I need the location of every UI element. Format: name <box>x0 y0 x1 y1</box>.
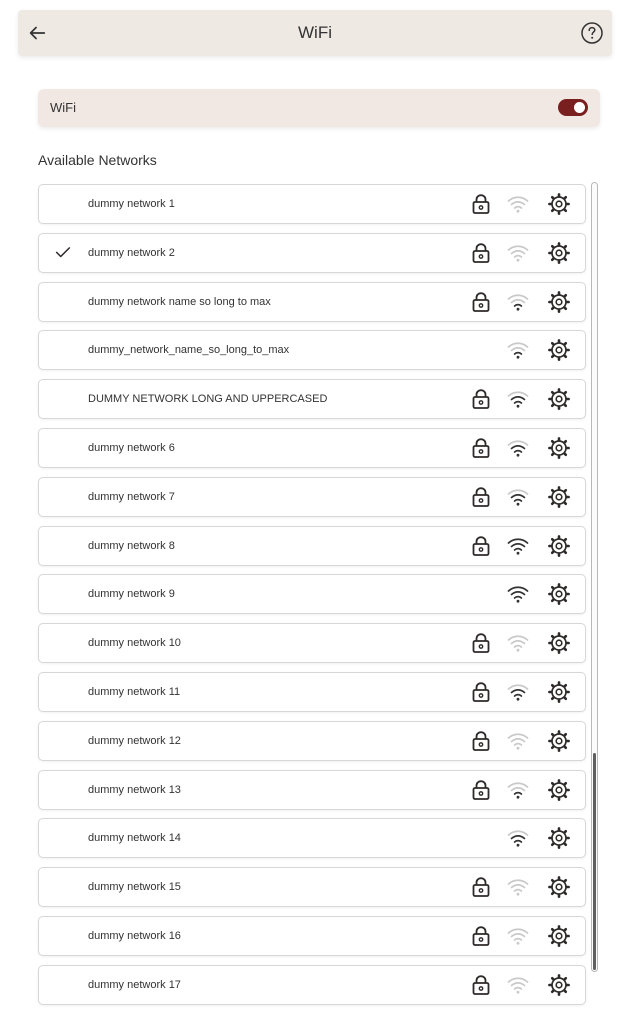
network-list: dummy network 1 dummy network 2 dummy netw… <box>38 184 586 1014</box>
wifi-signal-icon <box>506 826 530 850</box>
wifi-signal-icon <box>506 631 530 655</box>
network-row[interactable]: dummy network 13 <box>38 769 586 810</box>
wifi-signal-icon <box>506 241 530 265</box>
wifi-signal-icon <box>506 582 530 606</box>
network-row[interactable]: DUMMY NETWORK LONG AND UPPERCASED <box>38 379 586 420</box>
network-row[interactable]: dummy network 14 <box>38 818 586 859</box>
network-row[interactable]: dummy_network_name_so_long_to_max <box>38 330 586 371</box>
back-button[interactable] <box>20 16 54 50</box>
lock-icon <box>469 924 493 948</box>
network-row[interactable]: dummy network 8 <box>38 525 586 566</box>
top-app-bar: WiFi <box>18 10 612 56</box>
network-name: dummy network 11 <box>88 685 181 698</box>
gear-icon[interactable] <box>547 631 571 655</box>
network-row[interactable]: dummy network name so long to max <box>38 281 586 322</box>
gear-icon[interactable] <box>547 924 571 948</box>
question-circle-icon <box>581 22 603 44</box>
network-name: dummy network 8 <box>88 539 175 552</box>
network-name: dummy network 15 <box>88 881 181 894</box>
network-row[interactable]: dummy network 12 <box>38 720 586 761</box>
wifi-signal-icon <box>506 924 530 948</box>
gear-icon[interactable] <box>547 729 571 753</box>
scrollbar-thumb[interactable] <box>593 753 596 970</box>
network-row[interactable]: dummy network 10 <box>38 623 586 664</box>
network-name: dummy network name so long to max <box>88 295 271 308</box>
lock-icon <box>469 534 493 558</box>
gear-icon[interactable] <box>547 290 571 314</box>
wifi-signal-icon <box>506 534 530 558</box>
network-name: dummy network 13 <box>88 783 181 796</box>
wifi-signal-icon <box>506 680 530 704</box>
network-row[interactable]: dummy network 16 <box>38 915 586 956</box>
check-icon <box>54 243 72 261</box>
gear-icon[interactable] <box>547 875 571 899</box>
lock-icon <box>469 192 493 216</box>
lock-icon <box>469 290 493 314</box>
lock-icon <box>469 436 493 460</box>
lock-icon <box>469 778 493 802</box>
gear-icon[interactable] <box>547 534 571 558</box>
network-row[interactable]: dummy network 9 <box>38 574 586 615</box>
lock-icon <box>469 973 493 997</box>
arrow-left-icon <box>29 26 46 40</box>
lock-icon <box>469 729 493 753</box>
wifi-signal-icon <box>506 778 530 802</box>
network-name: DUMMY NETWORK LONG AND UPPERCASED <box>88 393 328 406</box>
network-list-scrollbar[interactable] <box>591 182 598 972</box>
wifi-signal-icon <box>506 387 530 411</box>
wifi-signal-icon <box>506 485 530 509</box>
toggle-knob <box>574 102 585 113</box>
network-name: dummy network 6 <box>88 441 175 454</box>
network-row[interactable]: dummy network 11 <box>38 671 586 712</box>
network-name: dummy network 14 <box>88 832 181 845</box>
gear-icon[interactable] <box>547 387 571 411</box>
lock-icon <box>469 680 493 704</box>
gear-icon[interactable] <box>547 778 571 802</box>
wifi-signal-icon <box>506 729 530 753</box>
lock-icon <box>469 387 493 411</box>
lock-icon <box>469 485 493 509</box>
wifi-toggle-switch[interactable] <box>558 99 588 116</box>
gear-icon[interactable] <box>547 436 571 460</box>
wifi-signal-icon <box>506 875 530 899</box>
network-row[interactable]: dummy network 2 <box>38 232 586 273</box>
page-title: WiFi <box>298 23 332 42</box>
network-name: dummy network 12 <box>88 734 181 747</box>
wifi-toggle-row[interactable]: WiFi <box>38 89 600 127</box>
gear-icon[interactable] <box>547 241 571 265</box>
gear-icon[interactable] <box>547 338 571 362</box>
network-row[interactable]: dummy network 7 <box>38 476 586 517</box>
wifi-toggle-label: WiFi <box>50 100 76 115</box>
wifi-signal-icon <box>506 338 530 362</box>
network-name: dummy_network_name_so_long_to_max <box>88 344 290 357</box>
wifi-signal-icon <box>506 192 530 216</box>
gear-icon[interactable] <box>547 485 571 509</box>
network-row[interactable]: dummy network 15 <box>38 867 586 908</box>
lock-icon <box>469 241 493 265</box>
gear-icon[interactable] <box>547 582 571 606</box>
gear-icon[interactable] <box>547 826 571 850</box>
gear-icon[interactable] <box>547 680 571 704</box>
network-name: dummy network 17 <box>88 978 181 991</box>
gear-icon[interactable] <box>547 192 571 216</box>
network-name: dummy network 16 <box>88 929 181 942</box>
available-networks-heading: Available Networks <box>38 152 157 168</box>
network-name: dummy network 10 <box>88 637 181 650</box>
wifi-signal-icon <box>506 973 530 997</box>
wifi-signal-icon <box>506 290 530 314</box>
network-row[interactable]: dummy network 6 <box>38 427 586 468</box>
network-row[interactable]: dummy network 17 <box>38 964 586 1005</box>
network-row[interactable]: dummy network 1 <box>38 184 586 224</box>
network-name: dummy network 1 <box>88 198 175 210</box>
network-name: dummy network 7 <box>88 490 175 503</box>
network-name: dummy network 9 <box>88 588 175 601</box>
network-name: dummy network 2 <box>88 246 175 259</box>
lock-icon <box>469 875 493 899</box>
help-button[interactable] <box>578 19 606 47</box>
lock-icon <box>469 631 493 655</box>
wifi-signal-icon <box>506 436 530 460</box>
gear-icon[interactable] <box>547 973 571 997</box>
